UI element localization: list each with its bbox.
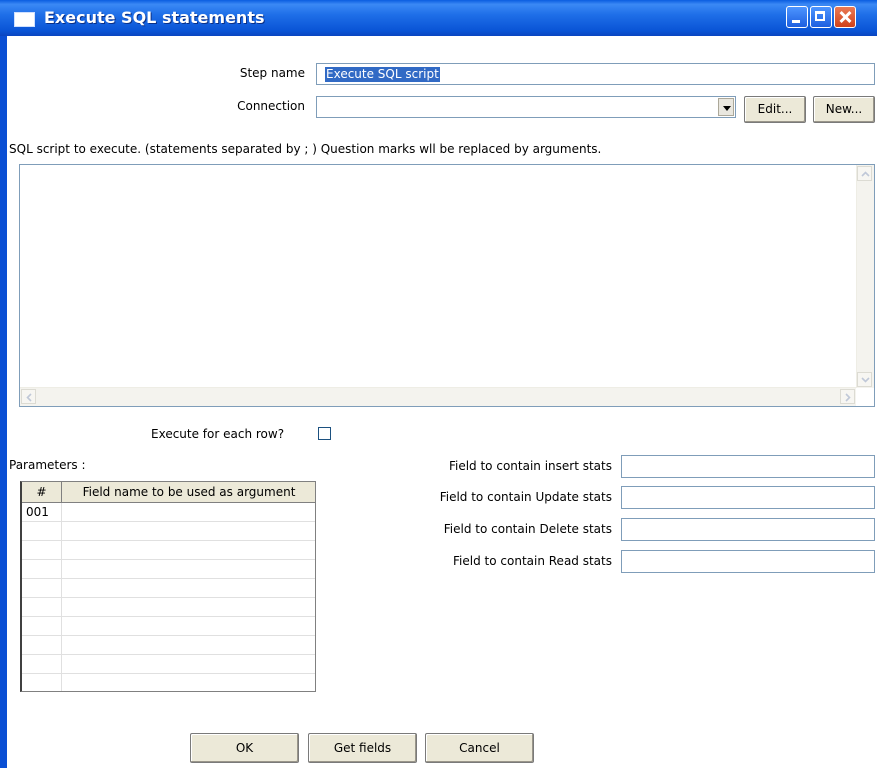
window-icon xyxy=(14,12,35,27)
dialog-window: Execute SQL statements Step name Execute… xyxy=(0,0,877,768)
cancel-button[interactable]: Cancel xyxy=(425,733,534,763)
chevron-right-icon xyxy=(845,393,851,402)
row-number-cell xyxy=(22,636,62,655)
delete-stats-input[interactable] xyxy=(621,518,875,541)
chevron-up-icon xyxy=(861,171,870,177)
new-connection-button[interactable]: New... xyxy=(813,96,875,123)
table-row[interactable] xyxy=(22,674,315,691)
row-number-cell xyxy=(22,579,62,598)
connection-label: Connection xyxy=(237,99,305,113)
row-number-cell xyxy=(22,598,62,617)
table-row[interactable] xyxy=(22,636,315,655)
table-row[interactable] xyxy=(22,579,315,598)
execute-each-row-label: Execute for each row? xyxy=(151,427,285,441)
step-name-value: Execute SQL script xyxy=(325,67,440,82)
read-stats-label: Field to contain Read stats xyxy=(453,554,612,568)
connection-select[interactable] xyxy=(316,96,736,118)
execute-each-row-checkbox[interactable] xyxy=(318,427,331,440)
minimize-button[interactable] xyxy=(786,6,808,28)
chevron-down-icon xyxy=(861,377,870,383)
table-row[interactable] xyxy=(22,617,315,636)
row-number-cell xyxy=(22,617,62,636)
row-number-cell: 001 xyxy=(22,503,62,522)
column-header-field-name[interactable]: Field name to be used as argument xyxy=(62,482,315,503)
row-number-cell xyxy=(22,560,62,579)
update-stats-label: Field to contain Update stats xyxy=(439,490,612,504)
scroll-right-button[interactable] xyxy=(840,389,855,404)
row-number-cell xyxy=(22,674,62,691)
table-row[interactable] xyxy=(22,598,315,617)
horizontal-scrollbar[interactable] xyxy=(20,387,856,406)
row-number-cell xyxy=(22,541,62,560)
insert-stats-input[interactable] xyxy=(621,455,875,478)
ok-button[interactable]: OK xyxy=(190,733,299,763)
scroll-down-button[interactable] xyxy=(857,372,872,387)
insert-stats-label: Field to contain insert stats xyxy=(448,459,612,473)
update-stats-input[interactable] xyxy=(621,486,875,509)
sql-script-label: SQL script to execute. (statements separ… xyxy=(9,142,602,156)
table-row[interactable] xyxy=(22,522,315,541)
vertical-scrollbar[interactable] xyxy=(856,165,874,388)
window-title: Execute SQL statements xyxy=(44,8,265,27)
close-button[interactable] xyxy=(834,6,856,28)
table-row[interactable] xyxy=(22,560,315,579)
edit-connection-button[interactable]: Edit... xyxy=(744,96,806,123)
scroll-up-button[interactable] xyxy=(857,166,872,181)
table-row[interactable] xyxy=(22,541,315,560)
get-fields-button[interactable]: Get fields xyxy=(308,733,417,763)
title-bar[interactable]: Execute SQL statements xyxy=(0,0,877,36)
parameters-table[interactable]: # Field name to be used as argument 001 xyxy=(20,481,316,692)
row-number-cell xyxy=(22,655,62,674)
table-row[interactable]: 001 xyxy=(22,503,315,522)
chevron-left-icon xyxy=(26,393,32,402)
delete-stats-label: Field to contain Delete stats xyxy=(443,522,612,536)
step-name-input[interactable]: Execute SQL script xyxy=(316,63,875,85)
scroll-left-button[interactable] xyxy=(21,389,36,404)
table-row[interactable] xyxy=(22,655,315,674)
row-number-cell xyxy=(22,522,62,541)
parameters-label: Parameters : xyxy=(9,458,86,472)
step-name-label: Step name xyxy=(239,66,305,80)
dropdown-arrow-icon[interactable] xyxy=(718,98,734,116)
read-stats-input[interactable] xyxy=(621,550,875,573)
column-header-number[interactable]: # xyxy=(22,482,62,503)
maximize-button[interactable] xyxy=(810,6,832,28)
sql-script-textarea[interactable] xyxy=(19,164,875,407)
window-left-border xyxy=(0,36,7,768)
